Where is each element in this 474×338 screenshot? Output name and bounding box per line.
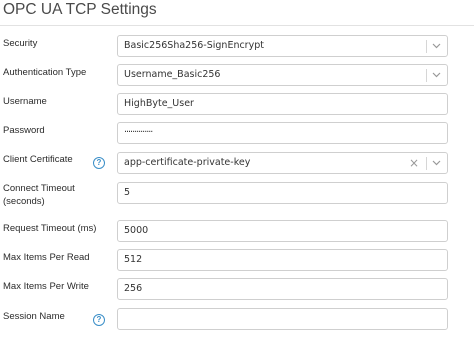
select-separator [426, 69, 427, 82]
client-certificate-value: app-certificate-private-key [124, 157, 251, 168]
title-divider [0, 25, 474, 26]
help-icon[interactable]: ? [93, 314, 105, 326]
client-certificate-select[interactable]: app-certificate-private-key × [117, 152, 448, 174]
security-value: Basic256Sha256-SignEncrypt [124, 40, 264, 51]
connect-timeout-label-line1: Connect Timeout [3, 183, 75, 194]
auth-type-select[interactable]: Username_Basic256 [117, 64, 448, 86]
password-input[interactable]: ·············· [117, 122, 448, 144]
request-timeout-input[interactable]: 5000 [117, 220, 448, 242]
max-items-write-input[interactable]: 256 [117, 278, 448, 300]
chevron-down-icon[interactable] [431, 153, 442, 173]
request-timeout-label: Request Timeout (ms) [3, 223, 97, 234]
username-input[interactable]: HighByte_User [117, 93, 448, 115]
auth-type-value: Username_Basic256 [124, 69, 221, 80]
session-name-input[interactable] [117, 308, 448, 330]
session-name-label: Session Name [3, 311, 65, 322]
security-select[interactable]: Basic256Sha256-SignEncrypt [117, 35, 448, 57]
chevron-down-icon[interactable] [431, 36, 442, 56]
max-items-read-label: Max Items Per Read [3, 252, 90, 263]
select-separator [426, 157, 427, 170]
connect-timeout-label: Connect Timeout (seconds) [3, 182, 75, 208]
password-label: Password [3, 125, 45, 136]
max-items-write-label: Max Items Per Write [3, 281, 89, 292]
page-title: OPC UA TCP Settings [3, 1, 157, 18]
chevron-down-icon[interactable] [431, 65, 442, 85]
security-label: Security [3, 38, 38, 49]
connect-timeout-input[interactable]: 5 [117, 182, 448, 204]
client-certificate-label: Client Certificate [3, 154, 73, 165]
max-items-read-input[interactable]: 512 [117, 249, 448, 271]
username-label: Username [3, 96, 47, 107]
connect-timeout-label-line2: (seconds) [3, 196, 45, 207]
auth-type-label: Authentication Type [3, 67, 87, 78]
help-icon[interactable]: ? [93, 157, 105, 169]
clear-icon[interactable]: × [409, 153, 419, 173]
select-separator [426, 40, 427, 53]
